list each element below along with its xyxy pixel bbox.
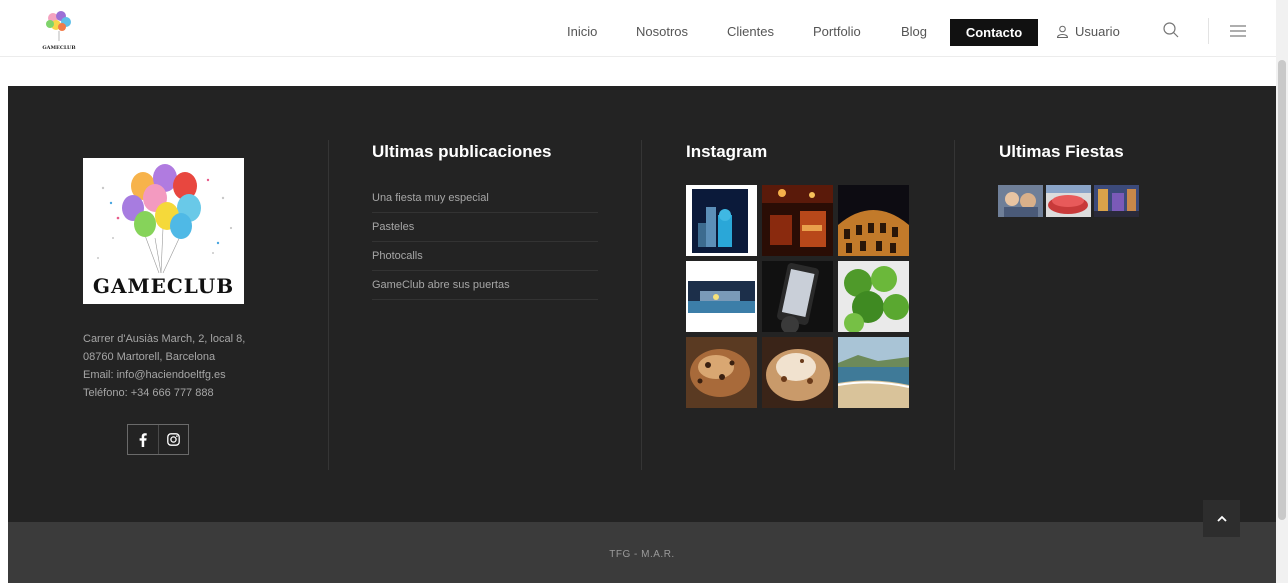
instagram-photo[interactable] [838, 337, 909, 408]
nav-divider [1208, 18, 1209, 44]
nav-inicio[interactable]: Inicio [567, 24, 597, 39]
instagram-photo[interactable] [686, 337, 757, 408]
balloons-logo-icon [97, 164, 233, 274]
column-divider [954, 140, 955, 470]
instagram-icon [167, 433, 180, 446]
facebook-button[interactable] [128, 425, 158, 454]
footer-bottom-bar: TFG - M.A.R. [8, 522, 1276, 583]
hamburger-menu-icon[interactable] [1230, 25, 1246, 37]
instagram-photo[interactable] [686, 185, 757, 256]
instagram-photo[interactable] [762, 337, 833, 408]
user-label: Usuario [1075, 24, 1120, 39]
site-logo[interactable]: GAMECLUB [36, 9, 82, 51]
address-line: Carrer d'Ausiàs March, 2, local 8, [83, 333, 246, 345]
instagram-title: Instagram [686, 142, 768, 161]
post-link[interactable]: Photocalls [372, 242, 598, 271]
posts-title: Ultimas publicaciones [372, 142, 552, 161]
nav-blog[interactable]: Blog [901, 24, 927, 39]
instagram-photo[interactable] [762, 261, 833, 332]
party-photo[interactable] [1094, 185, 1139, 217]
column-divider [641, 140, 642, 470]
site-header: GAMECLUB Inicio Nosotros Clientes Portfo… [0, 0, 1276, 57]
instagram-photo[interactable] [686, 261, 757, 332]
instagram-photo[interactable] [838, 261, 909, 332]
contact-address: Carrer d'Ausiàs March, 2, local 8, 08760… [83, 330, 283, 402]
balloons-logo-icon [46, 11, 71, 41]
email-line: Email: info@haciendoeltfg.es [83, 369, 226, 381]
phone-line: Teléfono: +34 666 777 888 [83, 387, 214, 399]
instagram-grid [686, 185, 912, 408]
nav-user-link[interactable]: Usuario [1056, 24, 1120, 39]
address-line: 08760 Martorell, Barcelona [83, 351, 216, 363]
facebook-icon [139, 432, 147, 447]
instagram-photo[interactable] [838, 185, 909, 256]
chevron-up-icon [1216, 515, 1227, 522]
logo-wordmark: GAMECLUB [42, 45, 76, 51]
nav-clientes[interactable]: Clientes [727, 24, 774, 39]
recent-parties-gallery [998, 185, 1139, 217]
social-links [127, 424, 189, 455]
page-scrollbar[interactable] [1276, 0, 1288, 583]
footer-logo: GAMECLUB [83, 158, 244, 304]
post-link[interactable]: GameClub abre sus puertas [372, 271, 598, 300]
parties-title: Ultimas Fiestas [999, 142, 1124, 161]
site-footer: GAMECLUB Carrer d'Ausiàs March, 2, local… [8, 86, 1276, 522]
party-photo[interactable] [998, 185, 1043, 217]
party-photo[interactable] [1046, 185, 1091, 217]
post-link[interactable]: Pasteles [372, 213, 598, 242]
nav-portfolio[interactable]: Portfolio [813, 24, 861, 39]
nav-nosotros[interactable]: Nosotros [636, 24, 688, 39]
instagram-button[interactable] [158, 425, 188, 454]
column-divider [328, 140, 329, 470]
scrollbar-thumb[interactable] [1278, 60, 1286, 520]
nav-contacto-button[interactable]: Contacto [950, 19, 1038, 46]
recent-posts-list: Una fiesta muy especial Pasteles Photoca… [372, 184, 598, 300]
copyright-text: TFG - M.A.R. [609, 549, 675, 560]
user-icon [1056, 25, 1069, 38]
post-link[interactable]: Una fiesta muy especial [372, 184, 598, 213]
back-to-top-button[interactable] [1203, 500, 1240, 537]
footer-logo-wordmark: GAMECLUB [92, 274, 235, 298]
page: GAMECLUB Inicio Nosotros Clientes Portfo… [0, 0, 1288, 583]
search-icon[interactable] [1162, 21, 1180, 39]
instagram-photo[interactable] [762, 185, 833, 256]
